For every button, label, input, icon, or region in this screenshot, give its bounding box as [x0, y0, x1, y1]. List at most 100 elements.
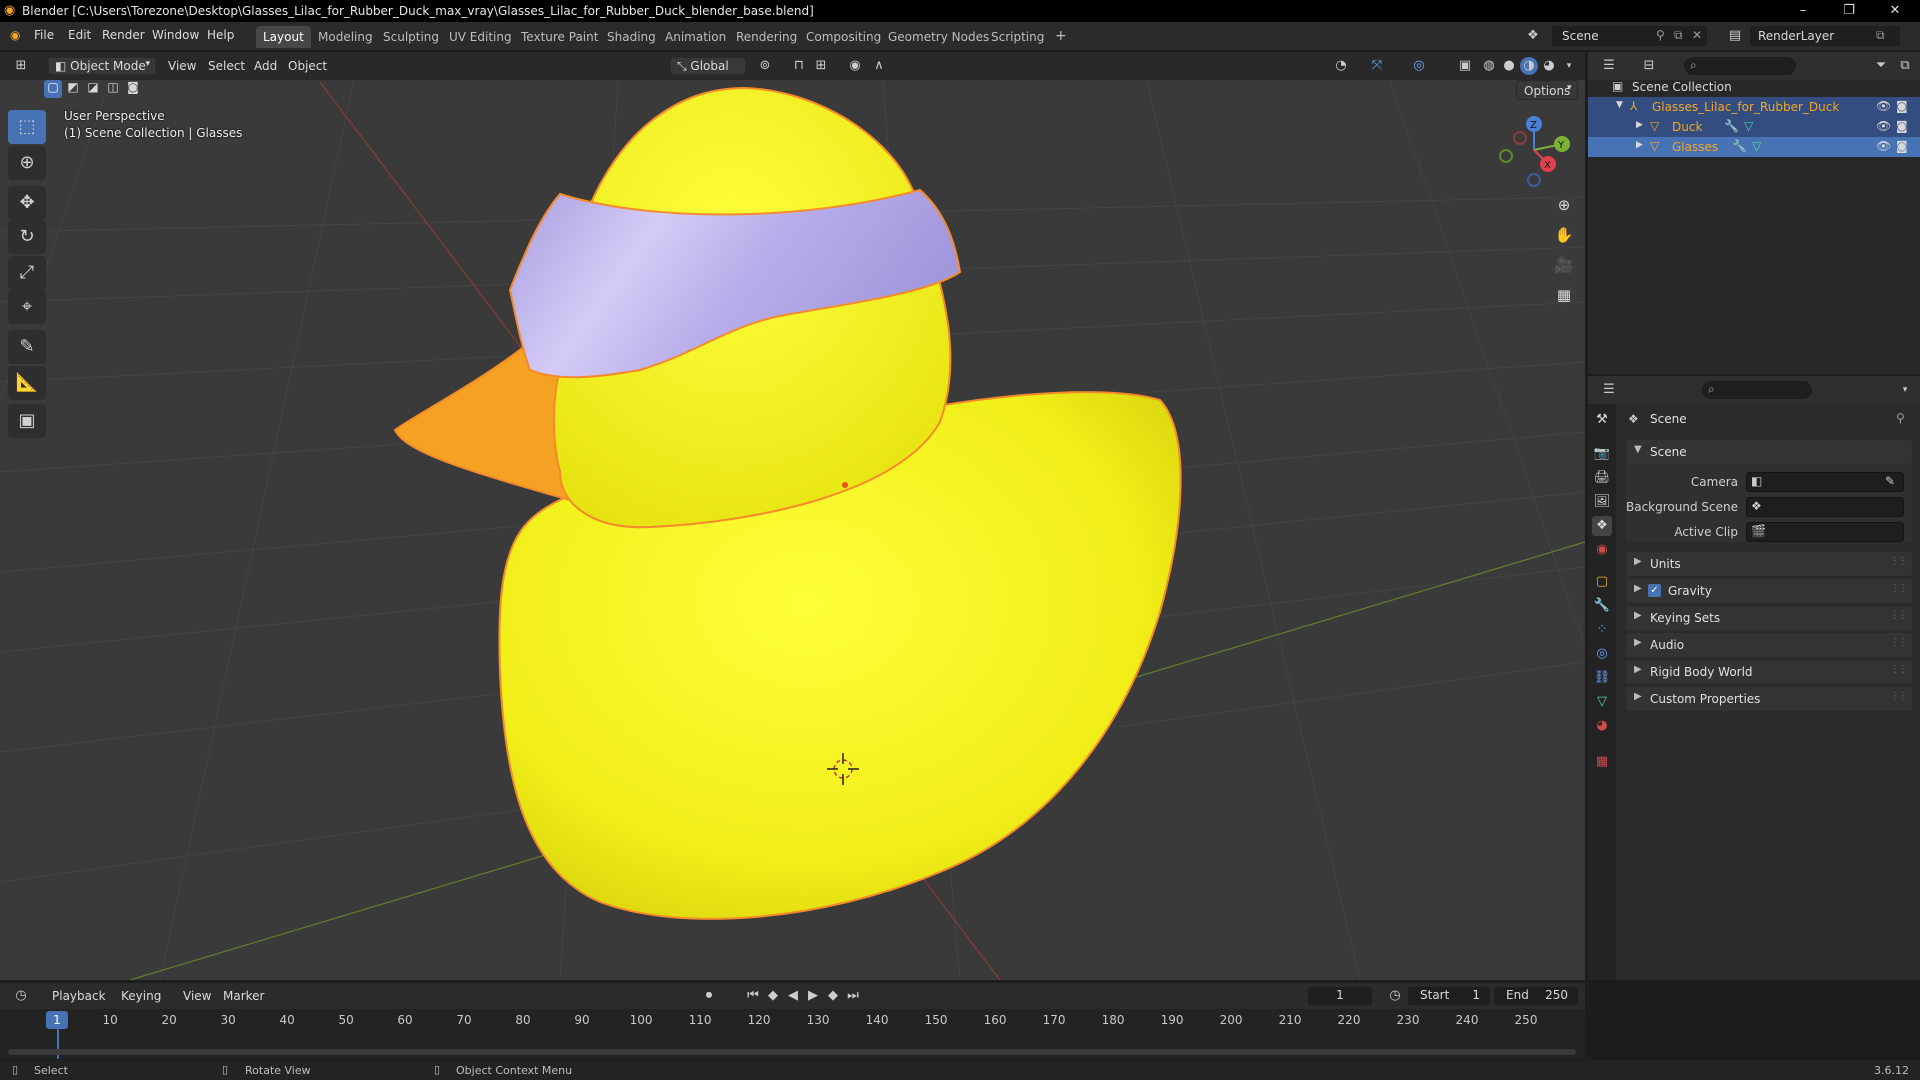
menu-view[interactable]: View	[183, 989, 211, 1003]
blender-menu-icon[interactable]: ◉	[10, 28, 20, 42]
chevron-right-icon[interactable]: ▶	[1636, 140, 1643, 150]
prev-keyframe-icon[interactable]: ◆	[764, 987, 782, 1005]
end-frame-field[interactable]: End 250	[1494, 987, 1578, 1005]
cursor-tool[interactable]: ⊕	[8, 146, 46, 180]
menu-add[interactable]: Add	[254, 59, 277, 73]
play-icon[interactable]: ▶	[804, 987, 822, 1005]
camera-view-icon[interactable]: 🎥	[1551, 252, 1577, 278]
tool-tab-icon[interactable]: ⚒	[1592, 410, 1612, 430]
display-mode-icon[interactable]: ⊟	[1640, 57, 1658, 75]
menu-object[interactable]: Object	[288, 59, 327, 73]
outliner-row-glasses[interactable]: ▶ ▽ Glasses 🔧 ▽ 👁 ◙	[1588, 137, 1920, 157]
menu-file[interactable]: File	[34, 28, 54, 42]
record-icon[interactable]: ⏺	[700, 987, 718, 1005]
transform-orientation-dropdown[interactable]: ⤡ Global	[670, 57, 746, 75]
tab-layout[interactable]: Layout	[256, 26, 311, 48]
mode-dropdown[interactable]: ◧ Object Mode ▾	[48, 57, 156, 75]
camera-field[interactable]: ◧ ✎	[1746, 472, 1904, 492]
gravity-checkbox[interactable]: ✓	[1648, 584, 1661, 597]
rendered-shading-icon[interactable]: ◕	[1540, 57, 1558, 75]
drag-grip-icon[interactable]: ⋮⋮	[1890, 610, 1908, 621]
menu-marker[interactable]: Marker	[223, 989, 264, 1003]
pan-hand-icon[interactable]: ✋	[1551, 222, 1577, 248]
tab-rendering[interactable]: Rendering	[729, 26, 804, 48]
section-units[interactable]: ▶ Units ⋮⋮	[1626, 552, 1912, 576]
delete-scene-icon[interactable]: ✕	[1692, 28, 1702, 42]
menu-render[interactable]: Render	[102, 28, 145, 42]
select-intersect-icon[interactable]: ◙	[124, 80, 142, 98]
pin-icon[interactable]: ⚲	[1656, 28, 1665, 42]
editor-type-icon[interactable]: ⊞	[12, 57, 30, 75]
chevron-down-icon[interactable]: ▼	[1616, 100, 1623, 110]
tab-compositing[interactable]: Compositing	[799, 26, 888, 48]
eye-icon[interactable]: 👁	[1876, 119, 1891, 133]
timeline-editor-icon[interactable]: ◷	[12, 987, 30, 1005]
shading-options-icon[interactable]: ▾	[1560, 57, 1578, 75]
tab-shading[interactable]: Shading	[600, 26, 663, 48]
tab-animation[interactable]: Animation	[658, 26, 733, 48]
background-scene-field[interactable]: ❖	[1746, 497, 1904, 517]
select-extend-icon[interactable]: ◩	[64, 80, 82, 98]
eye-icon[interactable]: 👁	[1876, 139, 1891, 153]
menu-window[interactable]: Window	[152, 28, 199, 42]
modifier-tab-icon[interactable]: 🔧	[1592, 596, 1612, 616]
properties-search-input[interactable]: ⌕	[1702, 381, 1812, 399]
outliner-row-scene-collection[interactable]: ▣ Scene Collection	[1588, 77, 1920, 97]
properties-editor-icon[interactable]: ☰	[1600, 381, 1618, 399]
snap-target-icon[interactable]: ⊞	[812, 57, 830, 75]
start-frame-field[interactable]: Start 1	[1408, 987, 1490, 1005]
add-workspace-button[interactable]: +	[1048, 26, 1074, 48]
menu-select[interactable]: Select	[208, 59, 245, 73]
render-tab-icon[interactable]: 📷	[1592, 444, 1612, 464]
section-rigid-body-world[interactable]: ▶ Rigid Body World ⋮⋮	[1626, 660, 1912, 684]
outliner-row-glasses-collection[interactable]: ▼ ⅄ Glasses_Lilac_for_Rubber_Duck 👁 ◙	[1588, 97, 1920, 117]
section-gravity[interactable]: ▶ ✓ Gravity ⋮⋮	[1626, 579, 1912, 603]
drag-grip-icon[interactable]: ⋮⋮	[1890, 637, 1908, 648]
particles-tab-icon[interactable]: ⁘	[1592, 620, 1612, 640]
close-button[interactable]: ✕	[1885, 3, 1905, 18]
camera-render-icon[interactable]: ◙	[1896, 119, 1908, 133]
drag-grip-icon[interactable]: ⋮⋮	[1890, 691, 1908, 702]
timeline-scrollbar[interactable]	[8, 1049, 1576, 1055]
material-shading-icon[interactable]: ◑	[1520, 57, 1538, 75]
camera-render-icon[interactable]: ◙	[1896, 139, 1908, 153]
render-layer-selector[interactable]: RenderLayer ⧉	[1750, 26, 1900, 46]
current-frame-field[interactable]: 1	[1308, 987, 1372, 1005]
menu-help[interactable]: Help	[207, 28, 234, 42]
proportional-edit-icon[interactable]: ◉	[846, 57, 864, 75]
constraints-tab-icon[interactable]: ⛓	[1592, 668, 1612, 688]
restore-button[interactable]: ❐	[1839, 3, 1859, 18]
perspective-toggle-icon[interactable]: ▦	[1551, 282, 1577, 308]
physics-tab-icon[interactable]: ◎	[1592, 644, 1612, 664]
material-tab-icon[interactable]: ◕	[1592, 716, 1612, 736]
transform-tool[interactable]: ⌖	[8, 290, 46, 324]
tab-scripting[interactable]: Scripting	[984, 26, 1051, 48]
world-tab-icon[interactable]: ◉	[1592, 540, 1612, 560]
jump-start-icon[interactable]: ⏮	[744, 987, 762, 1005]
wireframe-shading-icon[interactable]: ◍	[1480, 57, 1498, 75]
menu-playback[interactable]: Playback	[52, 989, 106, 1003]
falloff-icon[interactable]: ∧	[870, 57, 888, 75]
navigation-gizmo[interactable]: Z Y X	[1490, 112, 1580, 192]
outliner-search-input[interactable]: ⌕	[1684, 57, 1796, 75]
tab-uv-editing[interactable]: UV Editing	[442, 26, 519, 48]
new-scene-icon[interactable]: ⧉	[1674, 28, 1683, 43]
menu-view[interactable]: View	[168, 59, 196, 73]
tab-texture-paint[interactable]: Texture Paint	[514, 26, 605, 48]
drag-grip-icon[interactable]: ⋮⋮	[1890, 664, 1908, 675]
rotate-tool[interactable]: ↻	[8, 220, 46, 254]
solid-shading-icon[interactable]: ●	[1500, 57, 1518, 75]
active-clip-field[interactable]: 🎬	[1746, 522, 1904, 542]
minimize-button[interactable]: –	[1793, 3, 1813, 18]
tab-geometry-nodes[interactable]: Geometry Nodes	[881, 26, 996, 48]
select-new-icon[interactable]: ▢	[44, 80, 62, 98]
options-dropdown[interactable]: Options ▾	[1516, 80, 1578, 100]
outliner-row-duck[interactable]: ▶ ▽ Duck 🔧 ▽ 👁 ◙	[1588, 117, 1920, 137]
tab-modeling[interactable]: Modeling	[311, 26, 380, 48]
outliner-editor-icon[interactable]: ☰	[1600, 57, 1618, 75]
new-layer-icon[interactable]: ⧉	[1876, 28, 1885, 43]
menu-edit[interactable]: Edit	[68, 28, 91, 42]
select-box-tool[interactable]: ⬚	[8, 110, 46, 144]
drag-grip-icon[interactable]: ⋮⋮	[1890, 556, 1908, 567]
new-collection-icon[interactable]: ⧉	[1896, 57, 1914, 75]
